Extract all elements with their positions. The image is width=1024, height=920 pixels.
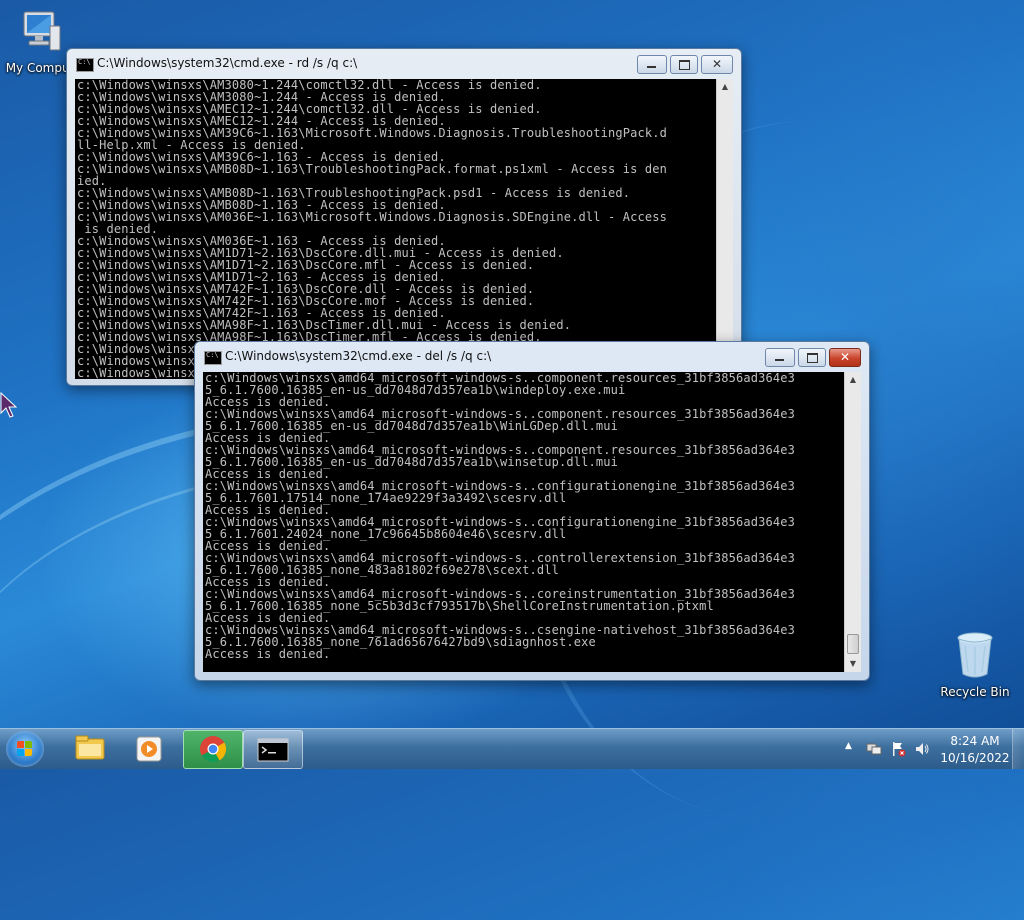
cmd-icon: [76, 58, 94, 72]
cmd-window-del[interactable]: C:\Windows\system32\cmd.exe - del /s /q …: [194, 341, 870, 681]
window-title: C:\Windows\system32\cmd.exe - del /s /q …: [225, 349, 492, 363]
scroll-up-icon[interactable]: ▲: [845, 372, 861, 388]
minimize-icon: [647, 66, 656, 68]
close-icon: ✕: [839, 350, 851, 364]
taskbar: ▲ 8:24 AM 10/16/2022: [0, 728, 1024, 769]
tray-expand-icon[interactable]: ▲: [845, 741, 852, 781]
maximize-icon: [679, 60, 690, 70]
maximize-icon: [807, 353, 818, 363]
taskbar-cmd[interactable]: [243, 730, 303, 769]
desktop-icon-recycle-bin[interactable]: Recycle Bin: [935, 630, 1015, 699]
maximize-button[interactable]: [798, 348, 826, 367]
show-desktop-button[interactable]: [1012, 729, 1024, 769]
mouse-cursor-icon: [0, 392, 18, 418]
maximize-button[interactable]: [670, 55, 698, 74]
cmd-icon: [257, 738, 289, 762]
console-output-area[interactable]: c:\Windows\winsxs\amd64_microsoft-window…: [203, 372, 844, 672]
scroll-thumb[interactable]: [847, 634, 859, 654]
windows-logo-icon: [17, 741, 33, 757]
media-player-icon: [136, 736, 162, 762]
title-bar[interactable]: C:\Windows\system32\cmd.exe - del /s /q …: [195, 342, 869, 370]
minimize-button[interactable]: [637, 55, 667, 74]
chrome-icon: [200, 736, 227, 763]
computer-icon: [23, 11, 61, 51]
console-text: c:\Windows\winsxs\AM3080~1.244\comctl32.…: [77, 79, 667, 379]
taskbar-media-player[interactable]: [121, 730, 179, 767]
clock-date: 10/16/2022: [940, 751, 1010, 765]
cmd-window-rd[interactable]: C:\Windows\system32\cmd.exe - rd /s /q c…: [66, 48, 742, 386]
close-icon: ✕: [711, 57, 723, 71]
start-button[interactable]: [6, 731, 44, 767]
window-title: C:\Windows\system32\cmd.exe - rd /s /q c…: [97, 56, 358, 70]
taskbar-explorer[interactable]: [61, 730, 119, 767]
recycle-bin-icon: [957, 632, 993, 678]
volume-icon[interactable]: [914, 741, 930, 757]
console-output-area[interactable]: c:\Windows\winsxs\AM3080~1.244\comctl32.…: [75, 79, 716, 379]
taskbar-chrome[interactable]: [183, 730, 243, 769]
minimize-icon: [775, 359, 784, 361]
desktop-icon-label: Recycle Bin: [940, 685, 1010, 699]
folder-icon: [75, 735, 105, 760]
network-icon[interactable]: [866, 741, 882, 757]
close-button[interactable]: ✕: [701, 55, 733, 74]
scroll-down-icon[interactable]: ▼: [845, 656, 861, 672]
action-center-flag-icon[interactable]: [890, 741, 906, 757]
console-text: c:\Windows\winsxs\amd64_microsoft-window…: [205, 372, 795, 661]
vertical-scrollbar[interactable]: ▲: [716, 79, 733, 379]
scroll-up-icon[interactable]: ▲: [717, 79, 733, 95]
title-bar[interactable]: C:\Windows\system32\cmd.exe - rd /s /q c…: [67, 49, 741, 77]
system-clock[interactable]: 8:24 AM 10/16/2022: [930, 733, 1020, 767]
vertical-scrollbar[interactable]: ▲ ▼: [844, 372, 861, 672]
cmd-icon: [204, 351, 222, 365]
close-button[interactable]: ✕: [829, 348, 861, 367]
minimize-button[interactable]: [765, 348, 795, 367]
clock-time: 8:24 AM: [950, 734, 1000, 748]
